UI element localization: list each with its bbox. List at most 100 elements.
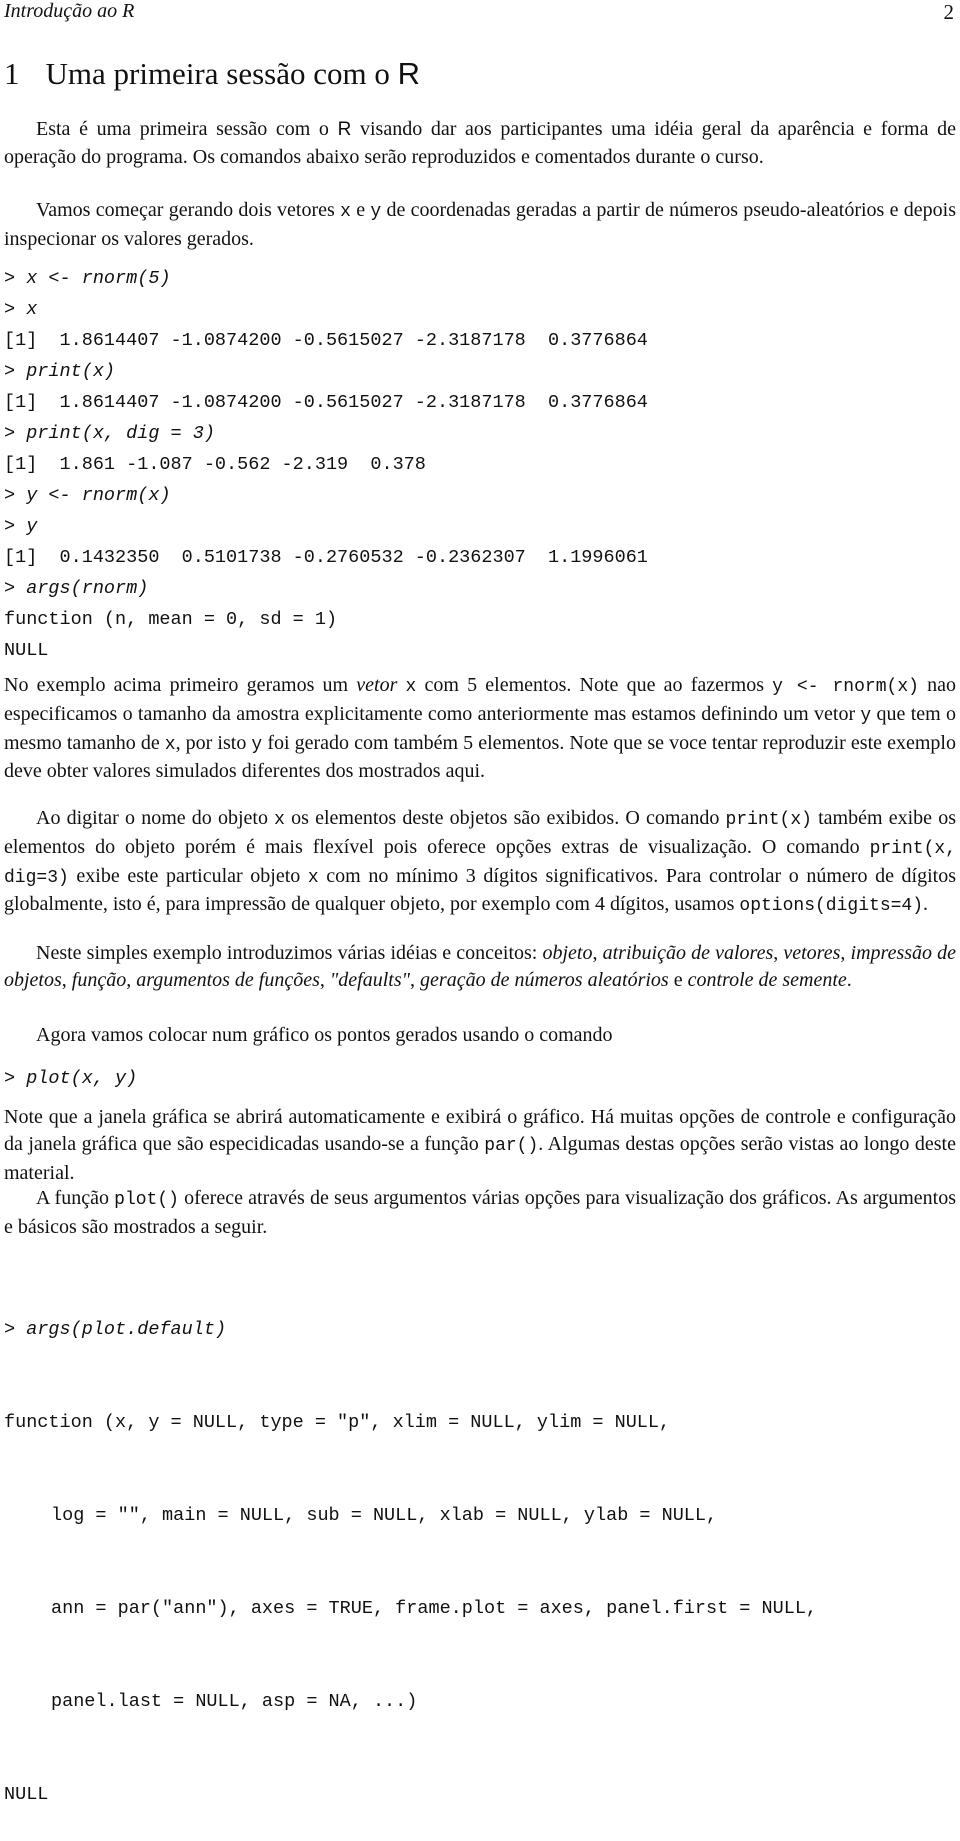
emph-term: "defaults" <box>329 968 411 991</box>
code-y: y <box>251 734 263 755</box>
prompt: > <box>4 268 27 289</box>
emph-term: argumentos de funções <box>136 968 320 991</box>
code-output-line: NULL <box>4 640 49 661</box>
emph-term: vetores <box>783 942 841 964</box>
text: Neste simples exemplo introduzimos vária… <box>36 942 543 964</box>
text: , <box>126 968 137 991</box>
text: , <box>840 942 851 964</box>
code-output-line: function (x, y = NULL, type = "p", xlim … <box>4 1412 682 1433</box>
section-title: 1 Uma primeira sessão com o R <box>4 56 420 92</box>
emph-term: controle de semente <box>687 968 847 991</box>
code-output-line: function (n, mean = 0, sd = 1) <box>4 609 349 630</box>
code-options: options(digits=4) <box>739 896 924 917</box>
code-line: > y <box>4 511 956 542</box>
text: Vamos começar gerando dois vetores <box>36 199 341 221</box>
code-y-rnorm: y <- rnorm(x) <box>772 677 919 697</box>
section-title-text: Uma primeira sessão com o <box>45 56 398 91</box>
emph-term: atribuição de valores <box>602 942 774 964</box>
text: Ao digitar o nome do objeto <box>36 807 275 829</box>
command: print(x, dig = 3) <box>26 423 215 444</box>
code-print: print(x) <box>725 810 812 830</box>
code-output-line: [1] 0.1432350 0.5101738 -0.2760532 -0.23… <box>4 547 648 568</box>
code-y: y <box>860 705 872 726</box>
code-output-line: panel.last = NULL, asp = NA, ...) <box>51 1691 429 1712</box>
text: os elementos deste objetos são exibidos.… <box>284 807 726 829</box>
code-line: > plot(x, y) <box>4 1063 956 1094</box>
code-y: y <box>370 202 382 222</box>
running-title: Introdução ao R <box>4 0 135 22</box>
emph-term: função <box>71 968 127 991</box>
prompt: > <box>4 299 27 320</box>
text: e <box>350 199 371 221</box>
code-par: par() <box>484 1135 539 1156</box>
concepts-paragraph: Neste simples exemplo introduzimos vária… <box>4 940 956 994</box>
code-output-line: ann = par("ann"), axes = TRUE, frame.plo… <box>51 1598 829 1619</box>
command: y <box>26 516 38 537</box>
text: , <box>410 968 421 991</box>
code-output-line: log = "", main = NULL, sub = NULL, xlab … <box>51 1505 729 1526</box>
plot-intro-paragraph: Agora vamos colocar num gráfico os ponto… <box>36 1024 613 1046</box>
code-line: > x <box>4 294 956 325</box>
code-output-line: [1] 1.861 -1.087 -0.562 -2.319 0.378 <box>4 454 426 475</box>
prompt: > <box>4 423 27 444</box>
prompt: > <box>4 516 27 537</box>
text: , por isto <box>175 731 252 754</box>
example-paragraph: No exemplo acima primeiro geramos um vet… <box>4 672 956 785</box>
code-x: x <box>307 867 319 888</box>
plot-function-paragraph: A função plot() oferece através de seus … <box>4 1185 956 1241</box>
text: , <box>319 968 330 991</box>
section-title-r: R <box>397 56 420 91</box>
command: args(rnorm) <box>26 578 149 599</box>
text: e <box>668 968 688 991</box>
code-line: > print(x) <box>4 356 956 387</box>
prompt: > <box>4 361 27 382</box>
command: print(x) <box>26 361 116 382</box>
code-output-line: [1] 1.8614407 -1.0874200 -0.5615027 -2.3… <box>4 392 648 413</box>
command: x <- rnorm(5) <box>26 268 171 289</box>
text <box>397 674 405 696</box>
code-block-1: > x <- rnorm(5) > x [1] 1.8614407 -1.08742… <box>4 263 956 666</box>
code-line: > args(plot.default) <box>4 1314 956 1345</box>
text: com 5 elementos. Note que ao fazermos <box>416 674 773 696</box>
emph-vetor: vetor <box>356 674 398 696</box>
print-paragraph: Ao digitar o nome do objeto x os element… <box>4 805 956 920</box>
window-paragraph: Note que a janela gráfica se abrirá auto… <box>4 1104 956 1186</box>
code-line: > print(x, dig = 3) <box>4 418 956 449</box>
code-x: x <box>164 734 176 755</box>
section-number: 1 <box>4 56 20 91</box>
prompt: > <box>4 485 27 506</box>
code-line: > x <- rnorm(5) <box>4 263 956 294</box>
text: . <box>923 893 929 916</box>
prompt: > <box>4 1319 27 1340</box>
code-x: x <box>405 677 417 697</box>
r-name: R <box>337 119 352 140</box>
command: y <- rnorm(x) <box>26 485 171 506</box>
code-line: > y <- rnorm(x) <box>4 480 956 511</box>
command: plot(x, y) <box>26 1068 138 1089</box>
code-x: x <box>274 810 285 830</box>
text: . <box>846 968 852 991</box>
code-x: x <box>340 202 351 222</box>
code-block-2: > plot(x, y) <box>4 1063 956 1094</box>
page-number: 2 <box>943 0 955 24</box>
code-plot: plot() <box>114 1190 179 1210</box>
code-block-3: > args(plot.default) function (x, y = NU… <box>4 1252 956 1841</box>
emph-term: objeto <box>542 942 593 964</box>
command: x <box>26 299 38 320</box>
text: , <box>592 942 603 964</box>
intro-paragraph-2: Vamos começar gerando dois vetores x e y… <box>4 197 956 253</box>
emph-term: geração de números aleatórios <box>420 968 669 991</box>
text: No exemplo acima primeiro geramos um <box>4 674 357 696</box>
text: , <box>773 942 784 964</box>
code-output-line: NULL <box>4 1784 49 1805</box>
prompt: > <box>4 578 27 599</box>
code-line: > args(rnorm) <box>4 573 956 604</box>
command: args(plot.default) <box>26 1319 227 1340</box>
prompt: > <box>4 1068 27 1089</box>
text: A função <box>36 1187 115 1209</box>
intro-paragraph-1: Esta é uma primeira sessão com o R visan… <box>4 116 956 171</box>
text: Esta é uma primeira sessão com o <box>36 118 338 140</box>
text: , <box>61 968 72 991</box>
code-output-line: [1] 1.8614407 -1.0874200 -0.5615027 -2.3… <box>4 330 648 351</box>
text: exibe este particular objeto <box>68 864 308 887</box>
